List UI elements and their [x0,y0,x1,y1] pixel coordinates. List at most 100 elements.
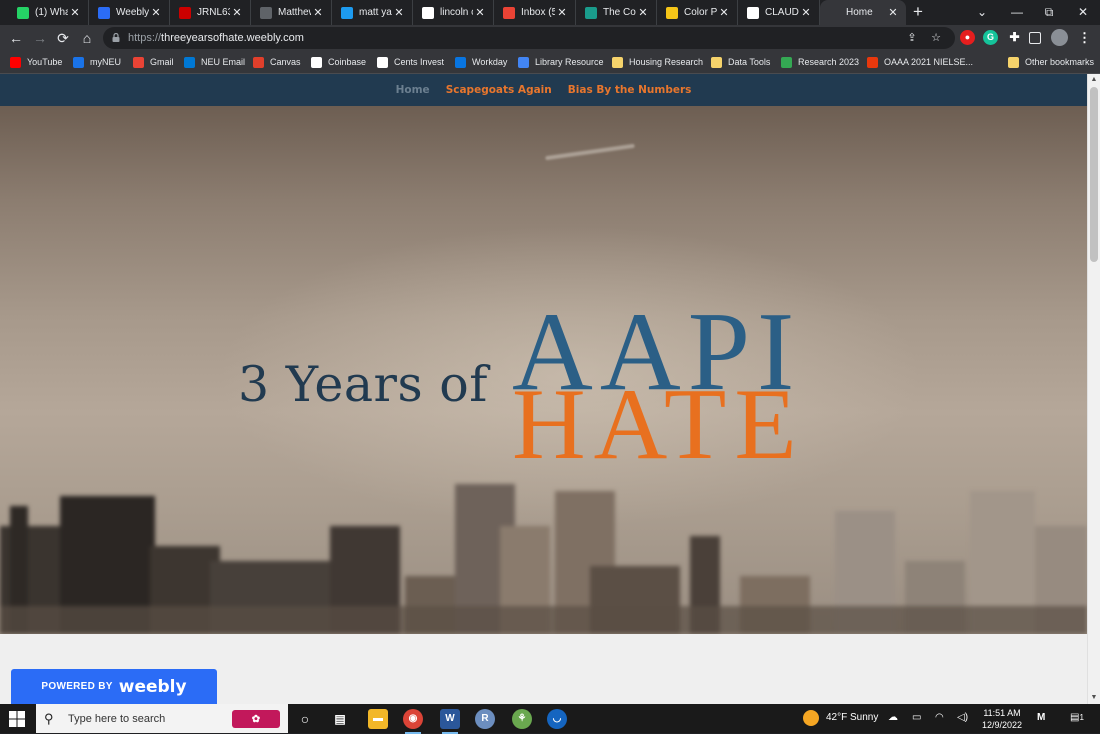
browser-tab[interactable]: matt yan✕ [332,0,413,25]
tab-label: (1) What [35,7,68,18]
browser-tab[interactable]: Color Pa✕ [657,0,738,25]
bookmark-item[interactable]: Cents Invest [377,51,444,73]
extension-red-icon[interactable]: ● [960,30,975,45]
close-window-button[interactable]: ✕ [1066,0,1100,25]
url-text[interactable]: https://threeyearsofhate.weebly.com [128,32,304,44]
bookmark-item[interactable]: YouTube [10,51,62,73]
chrome-taskbar-icon[interactable]: ◉ [403,709,423,734]
taskbar-clock[interactable]: 11:51 AM 12/9/2022 [974,707,1030,731]
browser-tab[interactable]: Matthew✕ [251,0,332,25]
browser-tab[interactable]: CLAUDIA✕ [738,0,820,25]
share-icon[interactable]: ⇪ [905,31,919,45]
search-highlight-icon[interactable]: ✿ [232,710,280,728]
extensions-puzzle-icon[interactable]: ✚ [1007,30,1022,45]
bookmark-item[interactable]: Library Resource [518,51,604,73]
back-button[interactable]: ← [6,28,26,48]
browser-tab[interactable]: (1) What✕ [8,0,89,25]
bookmark-item[interactable]: OAAA 2021 NIELSE... [867,51,973,73]
bookmark-star-icon[interactable]: ☆ [929,31,943,45]
bookmark-label: Gmail [150,57,174,67]
r-icon[interactable]: R [475,709,495,729]
site-nav: Home Scapegoats Again Bias By the Numbers [0,74,1087,106]
volume-icon[interactable]: ◁) [957,712,968,723]
close-tab-icon[interactable]: ✕ [799,6,813,19]
close-tab-icon[interactable]: ✕ [717,6,731,19]
weather-text[interactable]: 42°F Sunny [826,712,878,723]
tab-label: Color Pa [684,7,717,18]
drive-icon [781,56,792,68]
restore-button[interactable]: ⧉ [1032,0,1066,25]
chrome-menu-icon[interactable]: ⋮ [1077,30,1092,45]
scrollbar-thumb[interactable] [1090,87,1098,262]
bookmark-item[interactable]: Research 2023 [781,51,859,73]
bookmark-item[interactable]: Gmail [133,51,174,73]
google-icon [422,6,434,19]
browser-tab[interactable]: Home ✕ [820,0,906,25]
home-button[interactable]: ⌂ [77,28,97,48]
app-green-icon[interactable]: ⚘ [512,709,532,729]
tab-search-button[interactable]: ⌄ [965,0,999,25]
site-nav-link[interactable]: Bias By the Numbers [568,74,692,106]
hero-light-streak [545,143,635,161]
bookmark-label: Canvas [270,57,301,67]
close-tab-icon[interactable]: ✕ [392,6,406,19]
address-bar[interactable]: https://threeyearsofhate.weebly.com ⇪ ☆ [103,27,955,49]
close-tab-icon[interactable]: ✕ [230,6,244,19]
close-tab-icon[interactable]: ✕ [311,6,325,19]
close-tab-icon[interactable]: ✕ [473,6,487,19]
new-tab-button[interactable]: + [908,2,928,22]
close-tab-icon[interactable]: ✕ [886,6,900,19]
lock-icon[interactable] [112,33,120,42]
scroll-down-arrow[interactable]: ▼ [1088,692,1100,704]
title-prefix: 3 Years of [238,356,488,413]
bookmark-item[interactable]: myNEU [73,51,121,73]
browser-tab[interactable]: Weebly ✕ [89,0,170,25]
bookmark-item[interactable]: Workday [455,51,507,73]
news-widget-icon[interactable]: M [1037,712,1045,723]
battery-icon[interactable]: ▭ [912,712,921,723]
close-tab-icon[interactable]: ✕ [68,6,82,19]
profile-avatar[interactable] [1051,29,1068,46]
close-tab-icon[interactable]: ✕ [555,6,569,19]
powered-by-weebly-badge[interactable]: POWERED BY weebly [11,669,217,704]
palette-icon [666,6,678,19]
close-tab-icon[interactable]: ✕ [636,6,650,19]
reload-button[interactable]: ⟳ [53,28,73,48]
forward-button[interactable]: → [30,28,50,48]
browser-tab[interactable]: Inbox (5 ✕ [494,0,576,25]
windows-start-icon[interactable] [8,710,26,728]
hero-banner: 3 Years of AAPI HATE [0,106,1087,634]
bookmark-item[interactable]: Coinbase [311,51,366,73]
site-nav-link[interactable]: Home [396,74,430,106]
twitter-icon [341,6,353,19]
browser-tab[interactable]: JRNL634✕ [170,0,251,25]
grammarly-icon[interactable]: G [983,30,998,45]
city-skyline-image [0,484,1087,634]
word-icon[interactable]: W [440,709,460,734]
page-viewport: Home Scapegoats Again Bias By the Numbers … [0,74,1087,704]
weather-sun-icon[interactable] [803,710,819,726]
page-scrollbar[interactable]: ▲ ▼ [1087,74,1100,704]
side-panel-icon[interactable] [1029,32,1041,44]
bookmark-item[interactable]: Data Tools [711,51,770,73]
youtube-icon [10,56,21,68]
pdf-icon [585,6,597,19]
app-blue-icon[interactable]: ◡ [547,709,567,729]
wifi-icon[interactable]: ◠ [935,712,944,723]
file-explorer-icon[interactable]: ▬ [368,709,388,729]
bookmark-item[interactable]: Other bookmarks [1008,51,1094,73]
browser-tab[interactable]: lincoln c ✕ [413,0,494,25]
cortana-icon[interactable]: ○ [295,709,315,729]
scroll-up-arrow[interactable]: ▲ [1088,74,1100,86]
bookmark-item[interactable]: Housing Research [612,51,703,73]
notification-center-icon[interactable]: ▤1 [1070,712,1084,723]
close-tab-icon[interactable]: ✕ [149,6,163,19]
site-nav-link[interactable]: Scapegoats Again [446,74,552,106]
tab-strip: (1) What✕Weebly✕JRNL634✕Matthew✕matt yan… [0,0,1100,25]
tray-cloud-icon[interactable]: ☁ [888,712,898,723]
task-view-icon[interactable]: ▤ [330,709,350,729]
bookmark-item[interactable]: Canvas [253,51,301,73]
minimize-button[interactable]: — [1000,0,1034,25]
browser-tab[interactable]: The Cost✕ [576,0,657,25]
bookmark-item[interactable]: NEU Email [184,51,245,73]
